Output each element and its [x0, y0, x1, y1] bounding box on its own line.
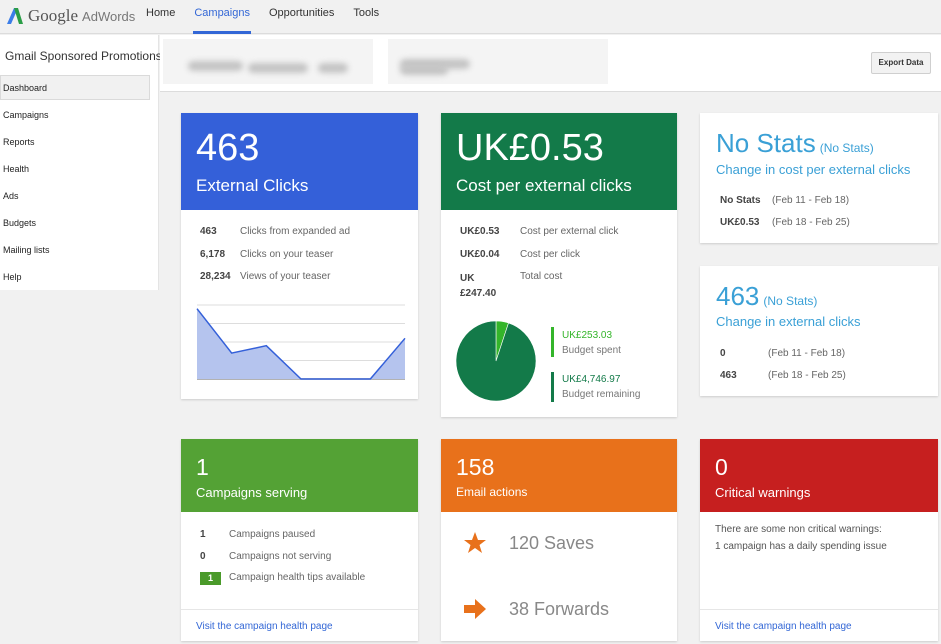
- stat-row: UK £247.40 Total cost: [460, 271, 563, 299]
- nav-tools[interactable]: Tools: [353, 0, 379, 34]
- cost-card: UK£0.53 Cost per external clicks UK£0.53…: [441, 113, 677, 417]
- warnings-card: 0 Critical warnings There are some non c…: [700, 439, 938, 641]
- budget-spent-value: UK£253.03: [562, 330, 613, 341]
- stat-row: UK£0.53 Cost per external click: [460, 226, 619, 237]
- external-clicks-header: 463 External Clicks: [181, 113, 418, 210]
- campaigns-card: 1 Campaigns serving 1 Campaigns paused 0…: [181, 439, 418, 641]
- stat-row: 28,234 Views of your teaser: [200, 271, 331, 282]
- critical-warnings-label: Critical warnings: [715, 485, 811, 500]
- adwords-logo-icon: [7, 8, 23, 24]
- stat-row: UK£0.04 Cost per click: [460, 249, 581, 260]
- star-icon: [464, 532, 486, 553]
- budget-pie-chart: [455, 320, 537, 402]
- logo-product-text: AdWords: [82, 8, 136, 24]
- chart-area-fill: [197, 308, 405, 379]
- health-tips-badge[interactable]: 1: [200, 572, 221, 585]
- cost-change-title: No Stats (No Stats): [716, 128, 874, 158]
- stat-row: 463 Clicks from expanded ad: [200, 226, 351, 237]
- clicks-change-title: 463 (No Stats): [716, 281, 818, 311]
- sidebar-title: Gmail Sponsored Promotions: [5, 49, 162, 63]
- sidebar-item-dashboard[interactable]: Dashboard: [0, 75, 150, 100]
- budget-remaining-value: UK£4,746.97: [562, 374, 621, 385]
- sidebar-item-mailing-lists[interactable]: Mailing lists: [0, 237, 159, 264]
- adwords-logo[interactable]: Google AdWords: [6, 5, 135, 27]
- cost-header: UK£0.53 Cost per external clicks: [441, 113, 677, 210]
- arrow-right-icon: [464, 599, 486, 619]
- date-range-row: UK£0.53 (Feb 18 - Feb 25): [720, 217, 850, 228]
- top-bar: Google AdWords Home Campaigns Opportunit…: [0, 0, 941, 34]
- legend-remaining-swatch: [551, 372, 554, 402]
- campaign-health-link-2[interactable]: Visit the campaign health page: [700, 609, 938, 641]
- email-actions-header: 158 Email actions: [441, 439, 677, 512]
- critical-warnings-value: 0: [715, 454, 728, 480]
- sidebar-item-help[interactable]: Help: [0, 264, 159, 291]
- campaign-health-link[interactable]: Visit the campaign health page: [181, 609, 418, 641]
- warning-message: There are some non critical warnings: 1 …: [715, 524, 887, 552]
- external-clicks-value: 463: [196, 127, 260, 169]
- clicks-change-label: Change in external clicks: [716, 314, 861, 329]
- warnings-header: 0 Critical warnings: [700, 439, 938, 512]
- campaigns-serving-label: Campaigns serving: [196, 485, 308, 500]
- clicks-change-card: 463 (No Stats) Change in external clicks …: [700, 266, 938, 396]
- date-range-row: No Stats (Feb 11 - Feb 18): [720, 195, 850, 206]
- date-range-row: 463 (Feb 18 - Feb 25): [720, 370, 846, 381]
- sidebar-item-campaigns[interactable]: Campaigns: [0, 102, 159, 129]
- email-actions-value: 158: [456, 454, 495, 480]
- stat-row: 1 Campaign health tips available: [200, 572, 365, 585]
- filter-bar: Export Data: [160, 35, 941, 92]
- cost-change-label: Change in cost per external clicks: [716, 162, 911, 177]
- email-actions-card: 158 Email actions 120 Saves 38 Forwards: [441, 439, 677, 641]
- nav-campaigns[interactable]: Campaigns: [193, 0, 251, 34]
- campaign-selector-redacted[interactable]: [163, 39, 373, 84]
- date-range-selector-redacted[interactable]: [388, 39, 608, 84]
- sidebar-menu: Dashboard Campaigns Reports Health Ads B…: [0, 75, 159, 291]
- cost-value: UK£0.53: [456, 127, 604, 169]
- legend-spent-swatch: [551, 327, 554, 357]
- stat-row: 0 Campaigns not serving: [200, 551, 332, 562]
- sidebar-item-ads[interactable]: Ads: [0, 183, 159, 210]
- clicks-trend-chart: [196, 304, 406, 380]
- saves-row: 120 Saves: [463, 531, 594, 555]
- nav-opportunities[interactable]: Opportunities: [269, 0, 334, 34]
- sidebar-item-health[interactable]: Health: [0, 156, 159, 183]
- cost-change-card: No Stats (No Stats) Change in cost per ex…: [700, 113, 938, 243]
- logo-google-text: Google: [28, 6, 79, 25]
- sidebar-item-budgets[interactable]: Budgets: [0, 210, 159, 237]
- export-data-button[interactable]: Export Data: [871, 52, 931, 74]
- stat-row: 6,178 Clicks on your teaser: [200, 249, 334, 260]
- budget-remaining-label: Budget remaining: [562, 389, 641, 400]
- campaigns-header: 1 Campaigns serving: [181, 439, 418, 512]
- stat-row: 1 Campaigns paused: [200, 529, 316, 540]
- nav-home[interactable]: Home: [146, 0, 175, 34]
- cost-label: Cost per external clicks: [456, 176, 632, 195]
- sidebar: Gmail Sponsored Promotions Dashboard Cam…: [0, 35, 162, 291]
- main-nav: Home Campaigns Opportunities Tools: [146, 0, 398, 34]
- budget-spent-label: Budget spent: [562, 345, 621, 356]
- date-range-row: 0 (Feb 11 - Feb 18): [720, 348, 846, 359]
- forwards-row: 38 Forwards: [463, 597, 609, 621]
- pie-slice-budget-remaining: [455, 320, 537, 402]
- campaigns-serving-value: 1: [196, 454, 209, 480]
- email-actions-label: Email actions: [456, 485, 528, 499]
- external-clicks-label: External Clicks: [196, 176, 309, 195]
- sidebar-item-reports[interactable]: Reports: [0, 129, 159, 156]
- external-clicks-card: 463 External Clicks 463 Clicks from expa…: [181, 113, 418, 399]
